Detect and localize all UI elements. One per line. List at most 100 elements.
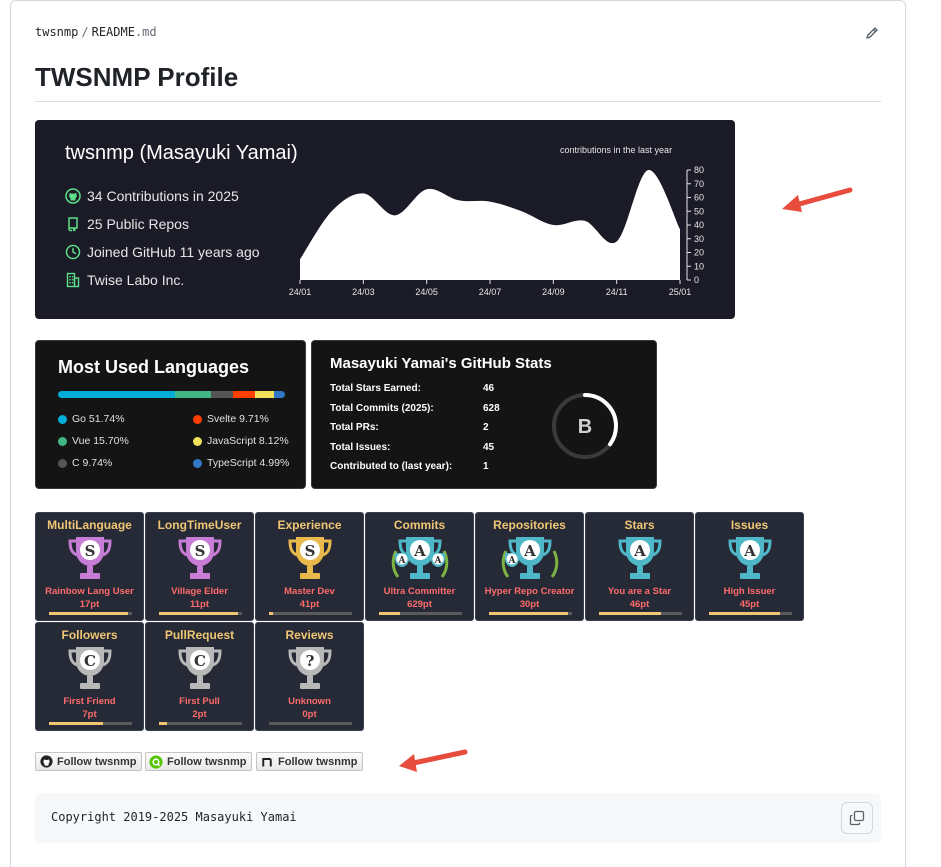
x-tick-label: 24/07 — [479, 287, 502, 297]
note-icon — [260, 755, 274, 769]
language-item: Go 51.74% — [58, 413, 125, 425]
trophy-card: Repositories A A Hyper Repo Creator 30pt — [475, 512, 584, 621]
trophy-points: 17pt — [79, 599, 100, 610]
language-bar-segment — [175, 391, 212, 398]
language-bar-segment — [211, 391, 234, 398]
follow-badge-label: Follow twsnmp — [167, 755, 247, 768]
trophy-title: Reviews — [285, 628, 334, 642]
y-tick-label: 60 — [694, 193, 704, 203]
code-text: Copyright 2019-2025 Masayuki Yamai — [51, 810, 297, 824]
trophy-card: Reviews? Unknown 0pt — [255, 622, 364, 731]
trophy-progress-track — [269, 612, 352, 615]
svg-text:A: A — [523, 542, 536, 560]
trophy-icon: S — [178, 537, 222, 579]
trophy-card: Stars A You are a Star 46pt — [585, 512, 694, 621]
trophy-icon: AA A — [391, 537, 449, 579]
trophy-progress-fill — [269, 612, 274, 615]
trophy-card: Experience S Master Dev 41pt — [255, 512, 364, 621]
trophy-title: Experience — [277, 518, 342, 532]
y-tick-label: 30 — [694, 234, 704, 244]
contributions-chart: 0 10 20 30 40 50 60 70 80 24/01 24/03 24/05 24/07 24/… — [289, 165, 704, 297]
language-bar-segment — [58, 391, 176, 398]
language-label: TypeScript 4.99% — [207, 457, 290, 469]
trophy-title: Followers — [61, 628, 118, 642]
stat-label: Total Commits (2025): — [330, 402, 434, 414]
svg-text:S: S — [305, 542, 316, 560]
contributions-area — [300, 169, 680, 280]
trophy-points: 7pt — [82, 709, 97, 720]
stat-label: Total Stars Earned: — [330, 383, 421, 394]
follow-qiita-badge[interactable]: Follow twsnmp — [145, 752, 253, 771]
trophy-name: Rainbow Lang User — [45, 586, 134, 597]
stat-value: 2 — [483, 422, 489, 433]
building-icon — [66, 272, 80, 288]
language-color-dot — [193, 414, 202, 424]
trophy-icon: C — [178, 647, 222, 689]
trophy-progress-track — [49, 612, 132, 615]
trophy-name: Village Elder — [171, 586, 228, 597]
profile-summary-card: twsnmp (Masayuki Yamai) 34 Contributions… — [35, 120, 735, 319]
language-bar-segment — [255, 391, 274, 398]
follow-github-badge[interactable]: Follow twsnmp — [35, 752, 143, 771]
edit-file-button[interactable] — [862, 23, 882, 43]
svg-text:A: A — [413, 542, 426, 560]
svg-text:?: ? — [306, 652, 315, 670]
trophy-progress-fill — [709, 612, 780, 615]
trophy-card: Followers C First Friend 7pt — [35, 622, 144, 731]
trophy-progress-track — [709, 612, 792, 615]
trophy-icon: AA — [501, 537, 559, 579]
follow-note-badge[interactable]: Follow twsnmp — [256, 752, 364, 771]
github-stats-card: Masayuki Yamai's GitHub Stats Total Star… — [311, 340, 657, 489]
x-tick-label: 24/03 — [352, 287, 375, 297]
copy-button[interactable] — [841, 802, 873, 834]
profile-row-text: Twise Labo Inc. — [87, 272, 185, 288]
trophy-card: Commits A A A Ultra Committer 629pt — [365, 512, 474, 621]
trophy-name: First Friend — [63, 696, 116, 707]
trophy-name: Master Dev — [284, 586, 335, 597]
language-color-dot — [193, 436, 202, 446]
trophy-name: Unknown — [288, 696, 331, 707]
trophy-name: High Issuer — [723, 586, 776, 597]
breadcrumb-file: README — [91, 25, 135, 39]
breadcrumb: twsnmp / README.md — [35, 25, 157, 39]
language-item: TypeScript 4.99% — [193, 457, 289, 469]
trophy-progress-track — [49, 722, 132, 725]
language-bar-segment — [233, 391, 256, 398]
trophy-progress-track — [159, 722, 242, 725]
language-color-dot — [58, 436, 67, 446]
trophy-title: MultiLanguage — [47, 518, 132, 532]
trophy-points: 0pt — [302, 709, 317, 720]
trophy-progress-track — [599, 612, 682, 615]
code-block: Copyright 2019-2025 Masayuki Yamai — [35, 793, 881, 843]
language-color-dot — [58, 414, 67, 424]
trophy-name: Ultra Committer — [383, 586, 456, 597]
trophy-points: 30pt — [519, 599, 540, 610]
language-item: JavaScript 8.12% — [193, 435, 289, 447]
breadcrumb-owner[interactable]: twsnmp — [35, 25, 78, 39]
trophy-icon: A — [728, 537, 772, 579]
svg-text:S: S — [195, 542, 206, 560]
trophy-title: Commits — [393, 518, 446, 532]
qiita-icon — [149, 754, 163, 769]
svg-text:A: A — [508, 556, 517, 566]
copy-icon — [849, 810, 865, 826]
x-tick-label: 24/05 — [415, 287, 438, 297]
trophy-points: 2pt — [192, 709, 207, 720]
trophy-progress-fill — [49, 612, 128, 615]
profile-row-contributions: 34 Contributions in 2025 — [65, 188, 239, 204]
profile-row-text: 25 Public Repos — [87, 216, 189, 232]
follow-badge-label: Follow twsnmp — [278, 755, 358, 768]
language-color-dot — [58, 458, 67, 468]
trophy-icon: S — [288, 537, 332, 579]
y-tick-label: 10 — [694, 261, 704, 271]
stat-value: 46 — [483, 383, 495, 394]
trophy-name: Hyper Repo Creator — [484, 586, 575, 597]
trophy-progress-track — [269, 722, 352, 725]
svg-text:A: A — [743, 542, 756, 560]
trophy-icon: C — [68, 647, 112, 689]
trophy-name: First Pull — [179, 696, 220, 707]
trophy-progress-fill — [159, 612, 238, 615]
profile-row-company: Twise Labo Inc. — [65, 272, 184, 288]
breadcrumb-separator: / — [81, 25, 89, 39]
trophy-points: 45pt — [739, 599, 760, 610]
